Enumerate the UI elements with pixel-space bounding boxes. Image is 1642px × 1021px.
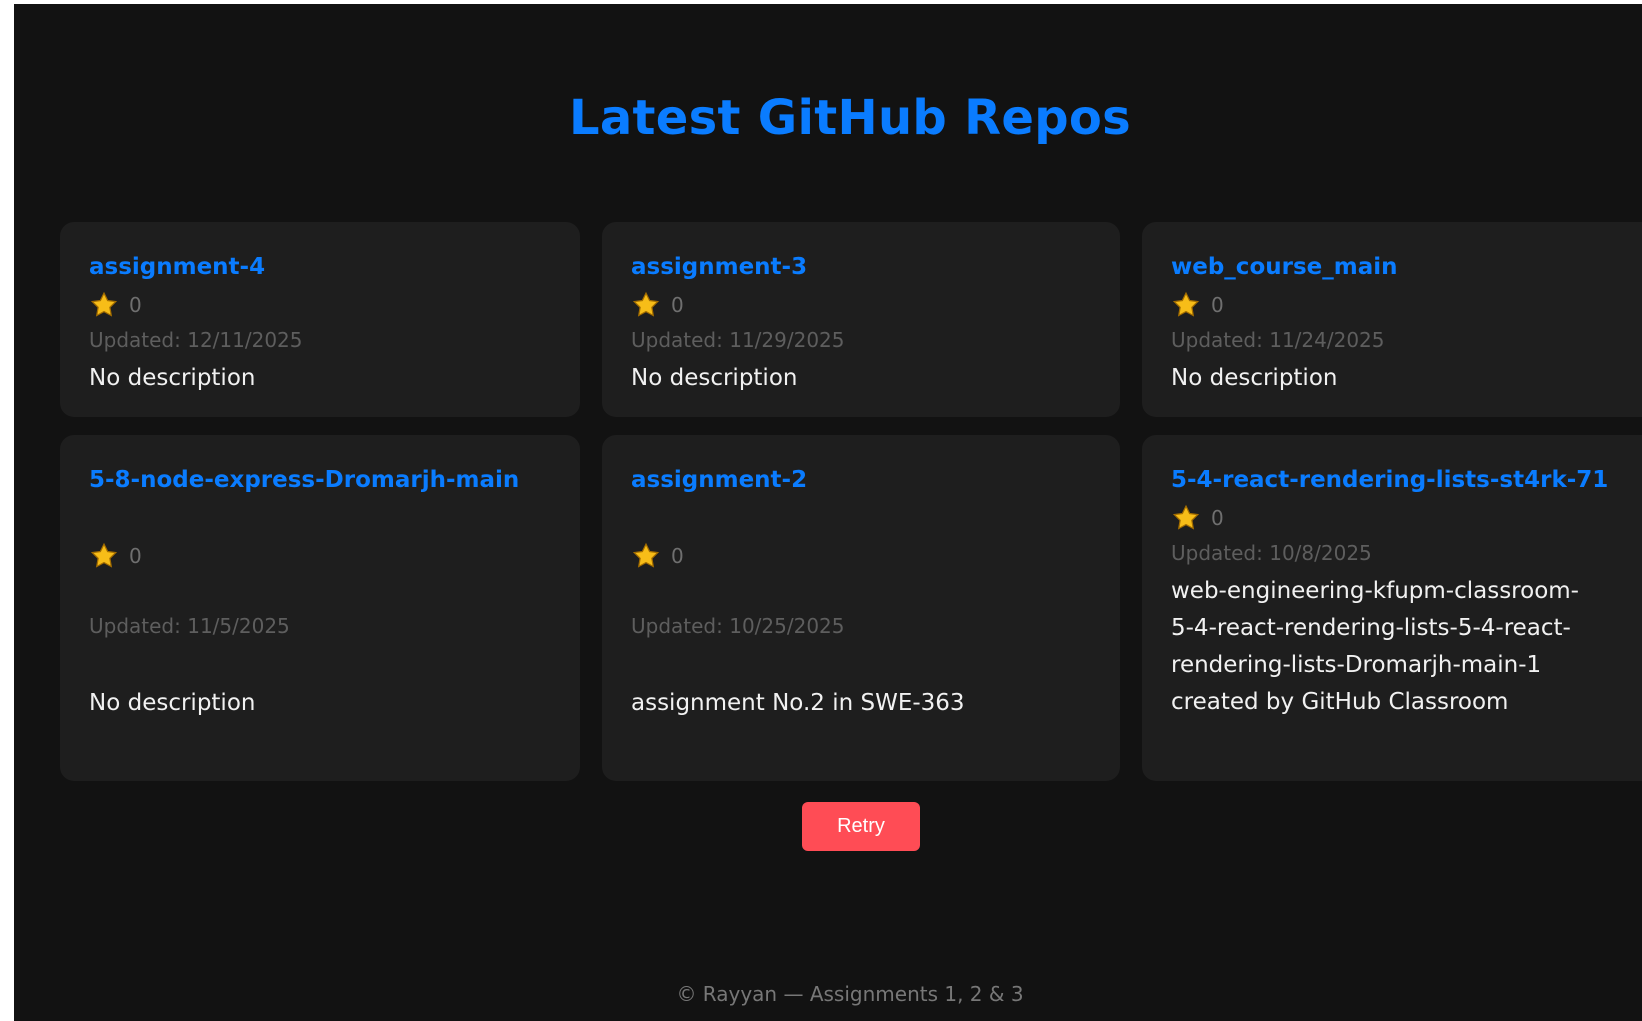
star-count: 0 [1211, 293, 1224, 317]
star-count: 0 [129, 293, 142, 317]
repo-stars: 0 [89, 541, 142, 571]
page-title: Latest GitHub Repos [568, 90, 1132, 146]
star-icon [632, 291, 660, 317]
repo-description: No description [89, 690, 256, 716]
repo-description: No description [631, 365, 798, 391]
repo-link[interactable]: 5-8-node-express-Dromarjh-main [89, 465, 519, 495]
repo-card: 5-8-node-express-Dromarjh-main 0 Updated… [60, 435, 580, 781]
repo-card: assignment-3 0 Updated: 11/29/2025 No de… [602, 222, 1120, 417]
star-count: 0 [1211, 506, 1224, 530]
repo-link[interactable]: assignment-3 [631, 252, 807, 282]
page: Latest GitHub Repos assignment-4 0 Updat… [14, 4, 1642, 1021]
repo-link[interactable]: web_course_main [1171, 252, 1398, 282]
repo-link[interactable]: 5-4-react-rendering-lists-st4rk-71 [1171, 465, 1608, 495]
repo-stars: 0 [631, 541, 684, 571]
updated-date: Updated: 11/29/2025 [631, 328, 845, 352]
retry-button[interactable]: Retry [802, 802, 920, 851]
star-icon [1172, 504, 1200, 530]
repo-description: No description [1171, 365, 1338, 391]
repo-link[interactable]: assignment-4 [89, 252, 265, 282]
star-count: 0 [129, 544, 142, 568]
updated-date: Updated: 11/24/2025 [1171, 328, 1385, 352]
star-count: 0 [671, 544, 684, 568]
repo-stars: 0 [1171, 290, 1224, 320]
repo-stars: 0 [1171, 503, 1224, 533]
star-icon [1172, 291, 1200, 317]
star-icon [90, 542, 118, 568]
repo-card: 5-4-react-rendering-lists-st4rk-71 0 Upd… [1142, 435, 1642, 781]
updated-date: Updated: 12/11/2025 [89, 328, 303, 352]
repo-description: web-engineering-kfupm-classroom-5-4-reac… [1171, 578, 1579, 715]
repo-card: assignment-4 0 Updated: 12/11/2025 No de… [60, 222, 580, 417]
repo-stars: 0 [89, 290, 142, 320]
star-count: 0 [671, 293, 684, 317]
repo-description: No description [89, 365, 256, 391]
star-icon [90, 291, 118, 317]
repo-card: web_course_main 0 Updated: 11/24/2025 No… [1142, 222, 1642, 417]
repo-card: assignment-2 0 Updated: 10/25/2025 assig… [602, 435, 1120, 781]
star-icon [632, 542, 660, 568]
repo-link[interactable]: assignment-2 [631, 465, 807, 495]
updated-date: Updated: 10/25/2025 [631, 614, 845, 638]
updated-date: Updated: 10/8/2025 [1171, 541, 1372, 565]
updated-date: Updated: 11/5/2025 [89, 614, 290, 638]
footer-text: © Rayyan — Assignments 1, 2 & 3 [676, 982, 1024, 1006]
repo-description: assignment No.2 in SWE-363 [631, 690, 965, 716]
repo-stars: 0 [631, 290, 684, 320]
